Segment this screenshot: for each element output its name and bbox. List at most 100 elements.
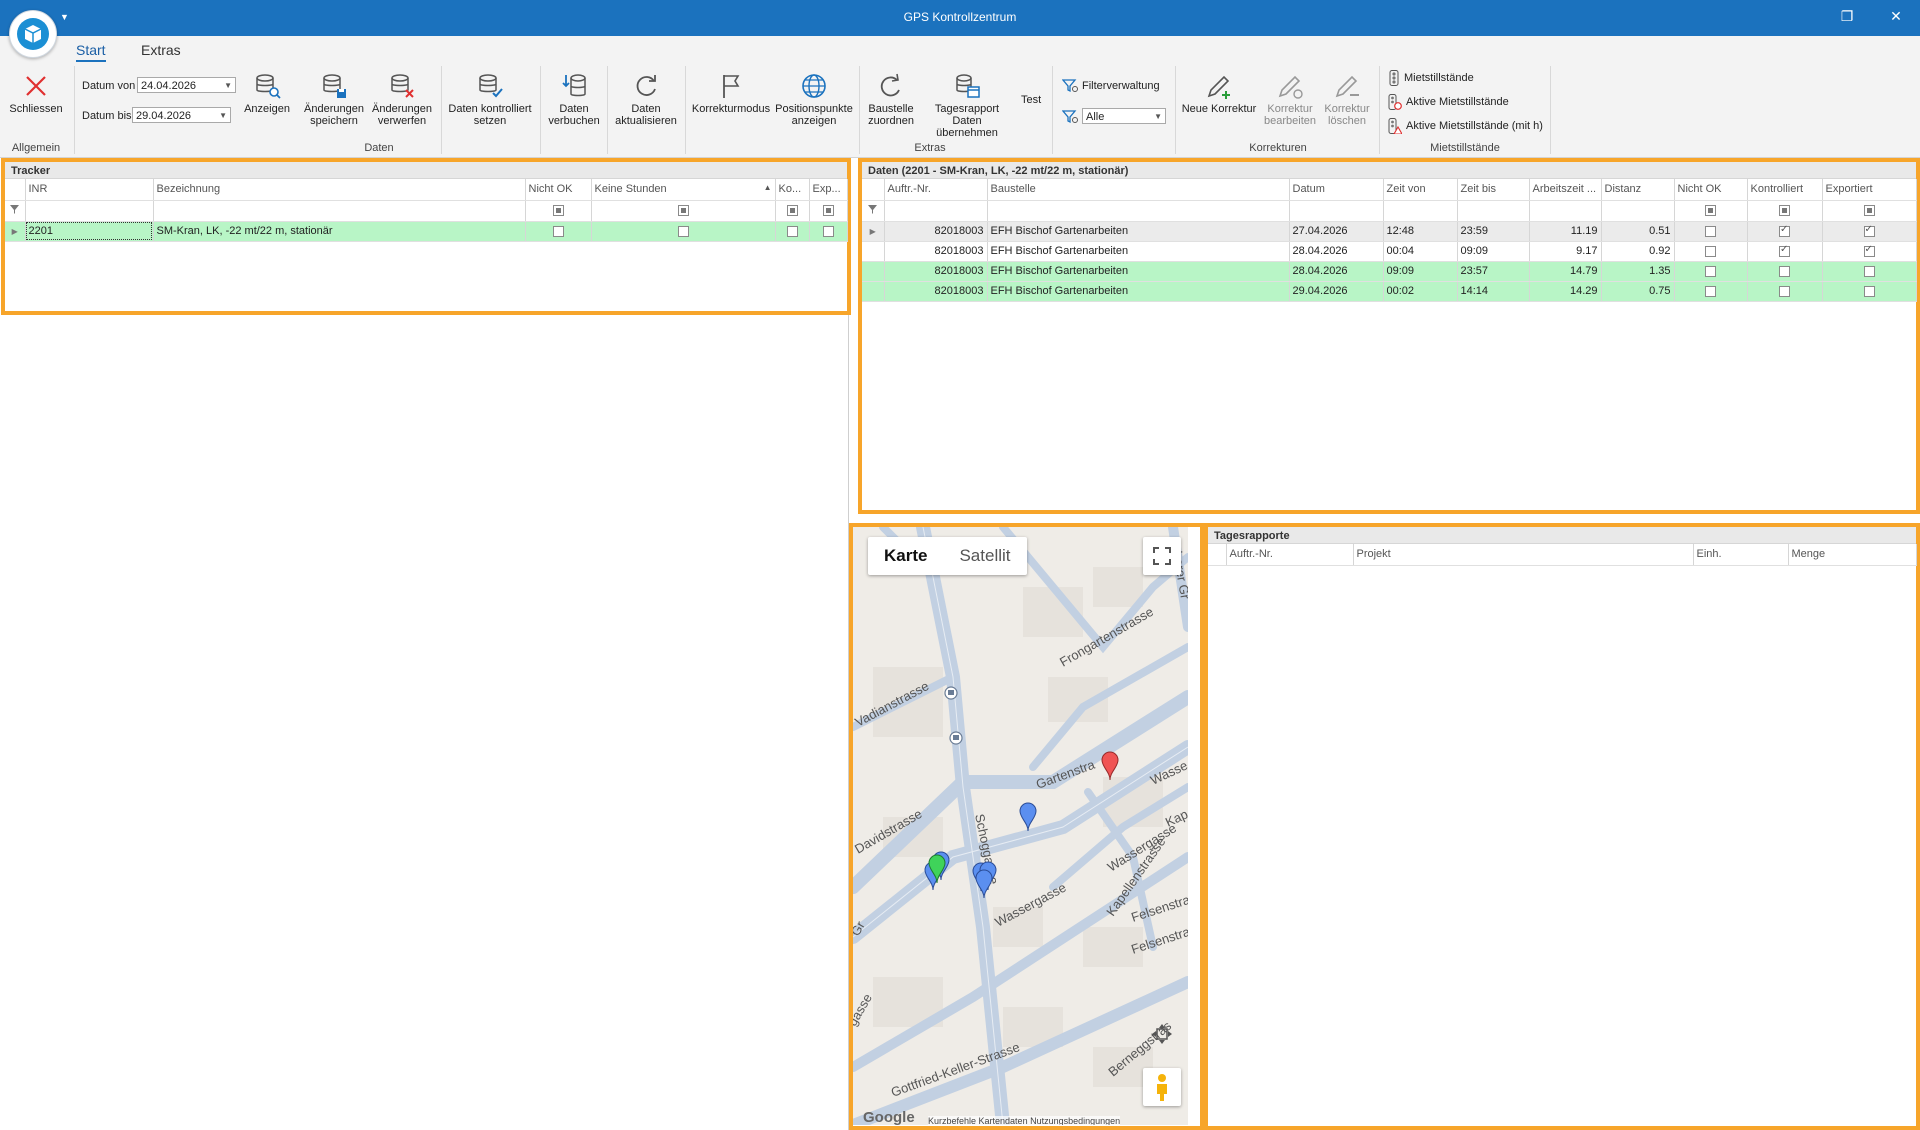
filter-row[interactable] (5, 200, 848, 222)
filter-checkbox[interactable] (1705, 205, 1716, 217)
distanz-cell[interactable]: 0.75 (1601, 281, 1675, 302)
distanz-cell[interactable]: 0.92 (1601, 241, 1675, 262)
col-kontrolliert[interactable]: Kontrolliert (1747, 179, 1823, 201)
baustelle-cell[interactable]: EFH Bischof Gartenarbeiten (987, 261, 1290, 282)
take-report-button[interactable]: Tagesrapport Daten übernehmen (920, 72, 1014, 139)
col-distanz[interactable]: Distanz (1601, 179, 1675, 201)
filter-checkbox[interactable] (822, 205, 834, 217)
row-expand-icon[interactable]: ▶ (5, 221, 26, 242)
zeit-bis-cell[interactable]: 09:09 (1457, 241, 1530, 262)
recenter-icon[interactable] (1143, 1015, 1181, 1053)
col-einh[interactable]: Einh. (1693, 544, 1789, 566)
test-button[interactable]: Test (1021, 94, 1041, 106)
distanz-cell[interactable]: 0.51 (1601, 221, 1675, 242)
nicht-ok-checkbox[interactable] (1705, 245, 1716, 257)
col-menge[interactable]: Menge (1788, 544, 1917, 566)
datum-von-input[interactable]: 24.04.2026 ▼ (137, 77, 236, 93)
baustelle-cell[interactable]: EFH Bischof Gartenarbeiten (987, 241, 1290, 262)
exp-checkbox[interactable] (822, 225, 834, 237)
auftr-nr-cell[interactable]: 82018003 (884, 281, 988, 302)
datum-cell[interactable]: 28.04.2026 (1289, 261, 1384, 282)
arbeitszeit-cell[interactable]: 11.19 (1529, 221, 1602, 242)
exportiert-checkbox[interactable] (1863, 285, 1875, 297)
datum-cell[interactable]: 27.04.2026 (1289, 221, 1384, 242)
exportiert-checkbox[interactable] (1863, 224, 1875, 237)
active-mietstillstaende-h-button[interactable]: Aktive Mietstillstände (mit h) (1388, 118, 1543, 135)
nicht-ok-checkbox[interactable] (1705, 285, 1716, 297)
pegman-icon[interactable] (1143, 1068, 1181, 1106)
korrekturmodus-button[interactable]: Korrekturmodus (690, 72, 772, 115)
ko-checkbox[interactable] (786, 225, 798, 237)
nicht-ok-checkbox[interactable] (1705, 225, 1716, 237)
zeit-von-cell[interactable]: 09:09 (1383, 261, 1458, 282)
app-logo[interactable] (9, 10, 57, 58)
kontrolliert-checkbox[interactable] (1779, 224, 1790, 237)
fullscreen-icon[interactable] (1143, 537, 1181, 575)
zeit-von-cell[interactable]: 00:02 (1383, 281, 1458, 302)
assign-site-button[interactable]: Baustelle zuordnen (862, 72, 920, 127)
mietstillstaende-button[interactable]: Mietstillstände (1388, 70, 1474, 86)
restore-icon[interactable]: ❐ (1835, 8, 1859, 28)
save-changes-button[interactable]: Änderungen speichern (300, 72, 368, 127)
map[interactable]: Frongartenstrasse Vadianstrasse Gartenst… (853, 527, 1188, 1125)
filter-checkbox[interactable] (1779, 205, 1790, 217)
baustelle-cell[interactable]: EFH Bischof Gartenarbeiten (987, 281, 1290, 302)
filter-checkbox[interactable] (552, 205, 564, 217)
nicht-ok-checkbox[interactable] (1705, 265, 1716, 277)
tab-start[interactable]: Start (76, 42, 106, 62)
col-keine-stunden[interactable]: Keine Stunden ▲ (591, 179, 776, 201)
col-exp[interactable]: Exp... (809, 179, 848, 201)
close-button[interactable]: Schliessen (8, 72, 64, 115)
discard-changes-button[interactable]: Änderungen verwerfen (368, 72, 436, 127)
col-exportiert[interactable]: Exportiert (1822, 179, 1917, 201)
kontrolliert-checkbox[interactable] (1779, 265, 1790, 277)
table-row[interactable]: ▶ 82018003 EFH Bischof Gartenarbeiten 27.04… (862, 221, 1917, 242)
row-indicator[interactable] (862, 281, 885, 302)
filter-row[interactable] (862, 200, 1917, 222)
col-nicht-ok[interactable]: Nicht OK (1674, 179, 1748, 201)
exportiert-checkbox[interactable] (1863, 244, 1875, 257)
col-nicht-ok[interactable]: Nicht OK (525, 179, 592, 201)
zeit-bis-cell[interactable]: 23:57 (1457, 261, 1530, 282)
auftr-nr-cell[interactable]: 82018003 (884, 241, 988, 262)
datum-cell[interactable]: 28.04.2026 (1289, 241, 1384, 262)
exportiert-checkbox[interactable] (1863, 265, 1875, 277)
col-bezeichnung[interactable]: Bezeichnung (153, 179, 526, 201)
arbeitszeit-cell[interactable]: 9.17 (1529, 241, 1602, 262)
distanz-cell[interactable]: 1.35 (1601, 261, 1675, 282)
tab-extras[interactable]: Extras (141, 42, 181, 58)
row-indicator[interactable] (862, 241, 885, 262)
col-auftr-nr[interactable]: Auftr.-Nr. (1226, 544, 1354, 566)
map-attribution[interactable]: Kurzbefehle Kartendaten Nutzungsbedingun… (928, 1116, 1121, 1125)
map-type-satellit[interactable]: Satellit (943, 537, 1026, 575)
col-baustelle[interactable]: Baustelle (987, 179, 1290, 201)
arbeitszeit-cell[interactable]: 14.79 (1529, 261, 1602, 282)
zeit-von-cell[interactable]: 12:48 (1383, 221, 1458, 242)
post-data-button[interactable]: Daten verbuchen (545, 72, 603, 127)
close-icon[interactable]: ✕ (1884, 8, 1908, 28)
datum-cell[interactable]: 29.04.2026 (1289, 281, 1384, 302)
active-mietstillstaende-button[interactable]: Aktive Mietstillstände (1388, 94, 1509, 110)
refresh-data-button[interactable]: Daten aktualisieren (612, 72, 680, 127)
show-button[interactable]: Anzeigen (242, 72, 292, 115)
new-correction-button[interactable]: Neue Korrektur (1180, 72, 1258, 115)
set-checked-button[interactable]: Daten kontrolliert setzen (446, 72, 534, 127)
filter-checkbox[interactable] (677, 205, 689, 217)
show-positions-button[interactable]: Positionspunkte anzeigen (774, 72, 854, 127)
kontrolliert-checkbox[interactable] (1779, 244, 1790, 257)
zeit-bis-cell[interactable]: 23:59 (1457, 221, 1530, 242)
nicht-ok-checkbox[interactable] (552, 225, 564, 237)
col-projekt[interactable]: Projekt (1353, 544, 1694, 566)
filter-management-button[interactable]: Filterverwaltung (1061, 79, 1160, 93)
filter-checkbox[interactable] (786, 205, 798, 217)
edit-correction-button[interactable]: Korrektur bearbeiten (1260, 72, 1320, 127)
zeit-bis-cell[interactable]: 14:14 (1457, 281, 1530, 302)
keine-stunden-checkbox[interactable] (677, 225, 689, 237)
arbeitszeit-cell[interactable]: 14.29 (1529, 281, 1602, 302)
col-inr[interactable]: INR (25, 179, 154, 201)
table-row[interactable]: 82018003 EFH Bischof Gartenarbeiten 29.04.… (862, 281, 1917, 302)
col-datum[interactable]: Datum (1289, 179, 1384, 201)
map-type-karte[interactable]: Karte (868, 537, 943, 575)
col-auftr-nr[interactable]: Auftr.-Nr. (884, 179, 988, 201)
auftr-nr-cell[interactable]: 82018003 (884, 261, 988, 282)
